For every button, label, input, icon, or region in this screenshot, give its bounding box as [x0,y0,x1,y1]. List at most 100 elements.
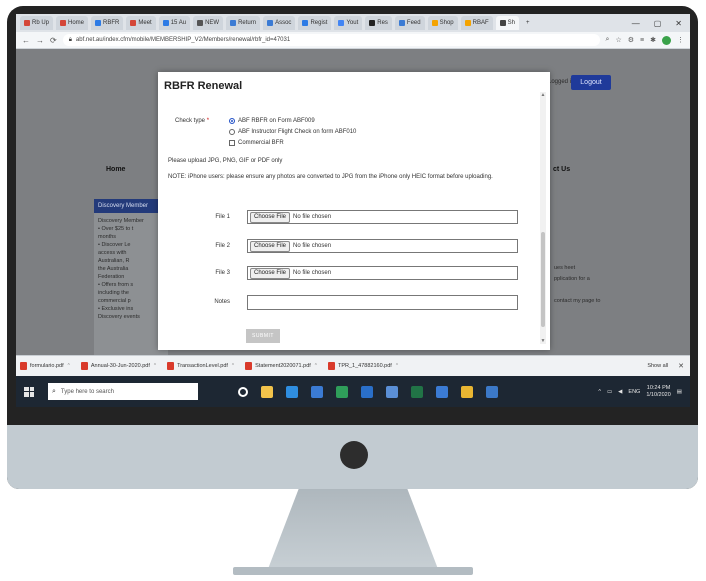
tab-favicon-icon [431,20,438,26]
new-tab-button[interactable]: + [522,16,534,30]
excel-icon[interactable] [411,385,423,398]
browser-tab[interactable]: Res [365,16,392,30]
menu-icon[interactable]: ≡ [640,37,644,44]
close-downloads-icon[interactable]: ✕ [678,362,690,370]
extension-icon[interactable]: ⚙ [628,36,634,44]
option-abf-rbfr[interactable]: ABF RBFR on Form ABF009 [229,118,315,124]
notes-input[interactable] [247,295,518,310]
chrome-icon[interactable] [461,385,473,398]
download-item[interactable]: TransactionLevel.pdf ⌃ [167,362,235,370]
browser-tab[interactable]: Sh [495,16,519,30]
notification-icon[interactable]: ▤ [677,389,682,395]
store-icon[interactable] [386,385,398,398]
browser-tab[interactable]: Meet [126,16,156,30]
chevron-up-icon[interactable]: ⌃ [67,363,71,369]
browser-tab[interactable]: Regist [298,16,332,30]
star-icon[interactable]: ☆ [615,36,621,44]
radio-instructor-flight-check[interactable] [229,129,235,135]
browser-tab[interactable]: RBFR [91,16,124,30]
scroll-up-icon[interactable]: ▲ [540,92,546,98]
tab-label: Rb Up [32,20,50,26]
scroll-thumb[interactable] [541,232,545,327]
sheets-icon[interactable] [336,385,348,398]
show-all-downloads[interactable]: Show all [647,363,668,369]
browser-tab[interactable]: RBAF [460,16,493,30]
choose-file-2-button[interactable]: Choose File [250,240,291,252]
right-text-line [554,285,624,296]
maps-icon[interactable] [311,385,323,398]
file-2-input[interactable]: Choose File No file chosen [247,239,518,253]
outlook-icon[interactable] [361,385,373,398]
upload-instruction: Please upload JPG, PNG, GIF or PDF only [168,158,283,164]
download-filename: TPR_1_47882160.pdf [337,363,392,369]
url-field[interactable]: 🔒︎ abf.net.au/index.cfm/mobile/MEMBERSHI… [62,34,600,46]
cortana-icon[interactable] [238,386,248,397]
volume-icon[interactable]: ◀ [618,389,622,395]
file-1-input[interactable]: Choose File No file chosen [247,210,518,224]
download-item[interactable]: Statement2020071.pdf ⌃ [245,362,318,370]
submit-button[interactable]: SUBMIT [246,329,280,343]
download-filename: Annual-30-Jun-2020.pdf [90,363,150,369]
browser-tab[interactable]: Shop [427,16,458,30]
browser-tab[interactable]: 15 Au [158,16,191,30]
choose-file-1-button[interactable]: Choose File [250,211,291,223]
browser-tab[interactable]: Yout [334,16,363,30]
nav-home[interactable]: Home [106,166,125,173]
reload-icon[interactable]: ⟳ [50,36,57,45]
check-type-label: Check type * [175,118,210,124]
tab-favicon-icon [95,20,102,26]
back-icon[interactable]: ← [22,36,30,45]
option-commercial-bfr[interactable]: Commercial BFR [229,140,284,146]
choose-file-3-button[interactable]: Choose File [250,267,291,279]
kebab-menu-icon[interactable]: ⋮ [677,36,684,44]
monitor-power-dot [340,441,368,469]
file-explorer-icon[interactable] [261,385,273,398]
panel-line: the Australia [98,266,129,272]
search-icon[interactable]: ⌕ [606,36,610,44]
forward-icon[interactable]: → [36,36,44,45]
dialog-scrollbar[interactable]: ▲ ▼ [540,92,546,344]
option-instructor-flight-check[interactable]: ABF Instructor Flight Check on form ABF0… [229,129,356,135]
network-icon[interactable]: ▭ [607,389,612,395]
download-item[interactable]: formulario.pdf ⌃ [20,362,71,370]
chevron-up-icon[interactable]: ^ [598,389,601,395]
language-indicator[interactable]: ENG [628,389,640,395]
browser-tab[interactable]: Feed [394,16,425,30]
minimize-button[interactable]: — [632,19,640,28]
maximize-button[interactable]: ▢ [654,19,662,28]
option-label: ABF Instructor Flight Check on form ABF0… [238,129,357,135]
chevron-up-icon[interactable]: ⌃ [395,363,399,369]
discovery-member-panel: Discovery Member Discovery Member • Over … [94,199,168,369]
edge-icon[interactable] [286,385,298,398]
panel-line: Discovery events [98,314,140,320]
chevron-up-icon[interactable]: ⌃ [314,363,318,369]
radio-abf-rbfr[interactable] [229,118,235,124]
chevron-up-icon[interactable]: ⌃ [153,363,157,369]
browser-tab[interactable]: Home [56,16,89,30]
panel-line: Discovery Member [98,218,144,224]
panel-line: Australian, R [98,258,130,264]
photos-icon[interactable] [436,385,448,398]
taskbar-search[interactable]: ⌕ Type here to search [48,383,198,400]
browser-tab[interactable]: Return [226,16,261,30]
nav-contact-us[interactable]: ct Us [553,166,570,173]
close-window-button[interactable]: ✕ [675,19,682,28]
tab-favicon-icon [24,20,30,26]
scroll-down-icon[interactable]: ▼ [540,338,546,344]
checkbox-commercial-bfr[interactable] [229,140,235,146]
download-item[interactable]: Annual-30-Jun-2020.pdf ⌃ [80,362,157,370]
logout-button[interactable]: Logout [571,75,611,90]
acrobat-icon[interactable] [486,385,498,398]
file-3-input[interactable]: Choose File No file chosen [247,266,518,280]
browser-tab[interactable]: NEW [193,16,224,30]
download-item[interactable]: TPR_1_47882160.pdf ⌃ [327,362,399,370]
browser-tab[interactable]: Rb Up [20,16,54,30]
panel-line: months [98,234,117,240]
puzzle-icon[interactable]: ✱ [650,36,656,44]
address-bar: ← → ⟳ 🔒︎ abf.net.au/index.cfm/mobile/MEM… [16,32,690,49]
chevron-up-icon[interactable]: ⌃ [231,363,235,369]
browser-tab[interactable]: Assoc [263,16,296,30]
windows-start-icon[interactable] [24,386,34,397]
profile-avatar[interactable] [662,35,671,45]
clock[interactable]: 10:24 PM 1/10/2020 [646,385,670,399]
